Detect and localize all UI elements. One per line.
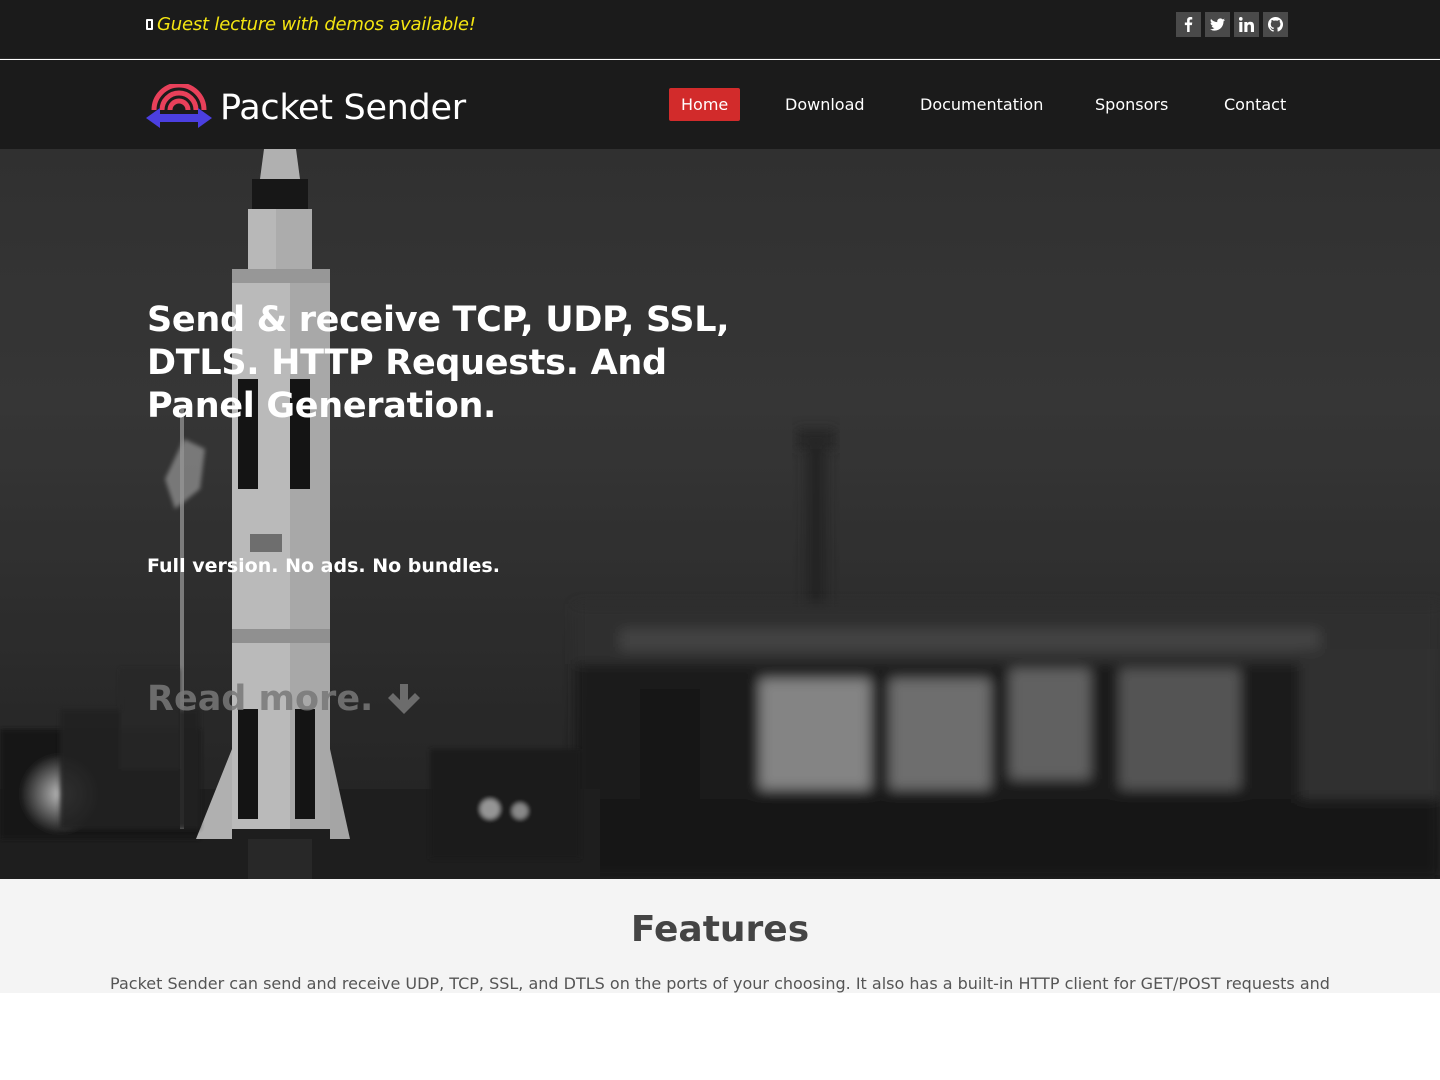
hero-title: Send & receive TCP, UDP, SSL, DTLS. HTTP…: [147, 300, 730, 426]
arrow-down-icon: [388, 684, 421, 714]
features-text: Packet Sender can send and receive UDP, …: [110, 974, 1330, 993]
social-links: [1176, 12, 1288, 37]
brand-link[interactable]: Packet Sender: [146, 84, 466, 132]
twitter-icon: [1210, 18, 1225, 31]
features-title: Features: [630, 909, 810, 950]
phone-icon: [146, 18, 153, 30]
announcement[interactable]: Guest lecture with demos available!: [146, 12, 476, 36]
top-bar: Guest lecture with demos available!: [0, 0, 1440, 59]
packet-sender-logo: [146, 84, 212, 128]
features-section: Features Packet Sender can send and rece…: [0, 879, 1440, 993]
github-icon: [1268, 17, 1283, 32]
hero-background-image: [0, 149, 1440, 879]
nav-home[interactable]: Home: [669, 88, 741, 121]
nav-sponsors[interactable]: Sponsors: [1083, 88, 1180, 121]
facebook-link[interactable]: [1176, 12, 1201, 37]
linkedin-link[interactable]: [1234, 12, 1259, 37]
nav-documentation[interactable]: Documentation: [908, 88, 1055, 121]
main-navbar: Packet Sender Home Download Documentatio…: [0, 60, 1440, 149]
nav-contact[interactable]: Contact: [1212, 88, 1298, 121]
hero-subtitle: Full version. No ads. No bundles.: [147, 555, 500, 577]
facebook-icon: [1184, 17, 1193, 32]
announcement-text[interactable]: Guest lecture with demos available!: [157, 14, 476, 35]
twitter-link[interactable]: [1205, 12, 1230, 37]
hero-section: Send & receive TCP, UDP, SSL, DTLS. HTTP…: [0, 149, 1440, 879]
read-more-link[interactable]: Read more.: [147, 679, 421, 719]
nav-download[interactable]: Download: [773, 88, 877, 121]
github-link[interactable]: [1263, 12, 1288, 37]
linkedin-icon: [1239, 17, 1254, 32]
read-more-label: Read more.: [147, 679, 374, 719]
brand-name: Packet Sender: [220, 88, 466, 128]
